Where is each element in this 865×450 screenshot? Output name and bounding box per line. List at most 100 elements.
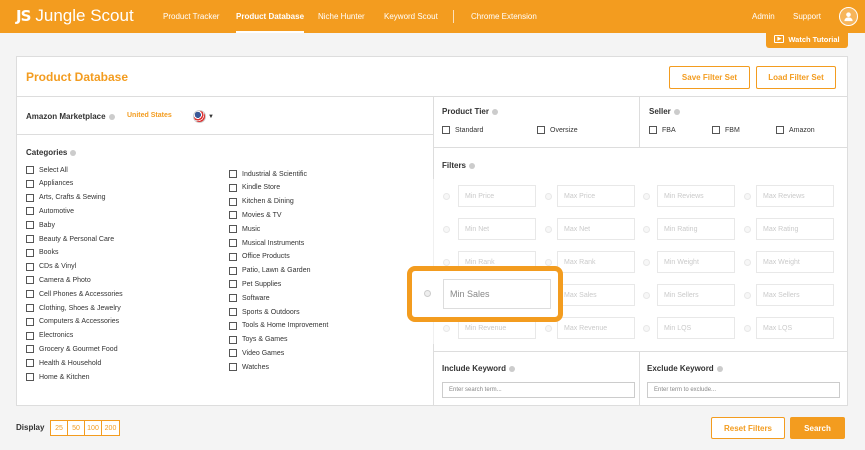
- checkbox[interactable]: [26, 248, 34, 257]
- filter-input[interactable]: Min Rating: [657, 218, 735, 240]
- checkbox[interactable]: [537, 126, 545, 134]
- filter-input[interactable]: Max Reviews: [756, 185, 834, 207]
- tier-oversize-checkbox[interactable]: Oversize: [537, 126, 578, 134]
- category-checkbox[interactable]: Grocery & Gourmet Food: [26, 345, 118, 354]
- category-checkbox[interactable]: Kitchen & Dining: [229, 197, 294, 206]
- category-checkbox[interactable]: Health & Household: [26, 359, 101, 368]
- filter-input[interactable]: Min Sellers: [657, 284, 735, 306]
- category-checkbox[interactable]: Home & Kitchen: [26, 373, 90, 381]
- load-filter-set-button[interactable]: Load Filter Set: [756, 66, 836, 89]
- checkbox[interactable]: [26, 207, 34, 216]
- category-checkbox[interactable]: Cell Phones & Accessories: [26, 290, 123, 299]
- checkbox[interactable]: [229, 225, 237, 234]
- category-checkbox[interactable]: Beauty & Personal Care: [26, 235, 114, 243]
- save-filter-set-button[interactable]: Save Filter Set: [669, 66, 750, 89]
- filter-input[interactable]: Min Reviews: [657, 185, 735, 207]
- page-size-25[interactable]: 25: [51, 421, 68, 435]
- nav-keyword-scout[interactable]: Keyword Scout: [384, 0, 438, 33]
- nav-chrome-extension[interactable]: Chrome Extension: [471, 0, 537, 33]
- nav-support[interactable]: Support: [793, 0, 821, 33]
- checkbox[interactable]: [229, 211, 237, 220]
- seller-fba-checkbox[interactable]: FBA: [649, 126, 676, 134]
- category-checkbox[interactable]: Automotive: [26, 207, 74, 216]
- checkbox[interactable]: [229, 183, 237, 192]
- info-icon[interactable]: [716, 365, 723, 372]
- filter-input[interactable]: Max Net: [557, 218, 635, 240]
- filter-input[interactable]: Min LQS: [657, 317, 735, 339]
- include-keyword-input[interactable]: Enter search term...: [442, 382, 635, 398]
- category-checkbox[interactable]: Industrial & Scientific: [229, 170, 307, 178]
- checkbox[interactable]: [26, 304, 34, 312]
- info-icon[interactable]: [491, 108, 498, 115]
- category-checkbox[interactable]: Arts, Crafts & Sewing: [26, 193, 106, 202]
- checkbox[interactable]: [26, 235, 34, 243]
- user-icon[interactable]: [839, 7, 858, 26]
- checkbox[interactable]: [229, 280, 237, 289]
- nav-admin[interactable]: Admin: [752, 0, 775, 33]
- checkbox[interactable]: [229, 266, 237, 275]
- checkbox[interactable]: [229, 252, 237, 261]
- category-checkbox[interactable]: Select All: [26, 166, 68, 174]
- filter-input[interactable]: Max Price: [557, 185, 635, 207]
- filter-input[interactable]: Max Rating: [756, 218, 834, 240]
- checkbox[interactable]: [26, 317, 34, 326]
- checkbox[interactable]: [26, 221, 34, 230]
- checkbox[interactable]: [26, 193, 34, 202]
- jungle-scout-logo[interactable]: JS Jungle Scout: [16, 6, 134, 26]
- us-flag-icon[interactable]: [193, 110, 206, 123]
- exclude-keyword-input[interactable]: Enter term to exclude...: [647, 382, 840, 398]
- category-checkbox[interactable]: Patio, Lawn & Garden: [229, 266, 311, 275]
- category-checkbox[interactable]: Office Products: [229, 252, 290, 261]
- checkbox[interactable]: [649, 126, 657, 134]
- min-sales-input[interactable]: Min Sales: [443, 279, 551, 309]
- category-checkbox[interactable]: Music: [229, 225, 260, 234]
- category-checkbox[interactable]: Electronics: [26, 331, 73, 340]
- checkbox[interactable]: [229, 294, 237, 303]
- category-checkbox[interactable]: Clothing, Shoes & Jewelry: [26, 304, 121, 312]
- checkbox[interactable]: [776, 126, 784, 134]
- checkbox[interactable]: [229, 197, 237, 206]
- category-checkbox[interactable]: Appliances: [26, 179, 73, 188]
- category-checkbox[interactable]: Tools & Home Improvement: [229, 321, 328, 330]
- checkbox[interactable]: [26, 166, 34, 174]
- checkbox[interactable]: [229, 321, 237, 330]
- seller-amazon-checkbox[interactable]: Amazon: [776, 126, 815, 134]
- info-icon[interactable]: [509, 365, 516, 372]
- category-checkbox[interactable]: Software: [229, 294, 270, 303]
- filter-input[interactable]: Min Net: [458, 218, 536, 240]
- page-size-100[interactable]: 100: [85, 421, 102, 435]
- checkbox[interactable]: [26, 262, 34, 271]
- checkbox[interactable]: [26, 290, 34, 299]
- checkbox[interactable]: [26, 359, 34, 368]
- filter-input[interactable]: Min Weight: [657, 251, 735, 273]
- filter-input[interactable]: Max Revenue: [557, 317, 635, 339]
- checkbox[interactable]: [229, 363, 237, 372]
- filter-input[interactable]: Max Rank: [557, 251, 635, 273]
- category-checkbox[interactable]: Toys & Games: [229, 335, 288, 344]
- nav-product-tracker[interactable]: Product Tracker: [163, 0, 219, 33]
- seller-fbm-checkbox[interactable]: FBM: [712, 126, 740, 134]
- checkbox[interactable]: [26, 276, 34, 285]
- category-checkbox[interactable]: Pet Supplies: [229, 280, 281, 289]
- page-size-50[interactable]: 50: [68, 421, 85, 435]
- search-button[interactable]: Search: [790, 417, 845, 439]
- info-icon[interactable]: [673, 108, 680, 115]
- chevron-down-icon[interactable]: ▼: [208, 114, 214, 120]
- checkbox[interactable]: [26, 179, 34, 188]
- checkbox[interactable]: [229, 170, 237, 178]
- checkbox[interactable]: [26, 373, 34, 381]
- category-checkbox[interactable]: Musical Instruments: [229, 239, 304, 247]
- checkbox[interactable]: [229, 335, 237, 344]
- filter-input[interactable]: Max Sellers: [756, 284, 834, 306]
- marketplace-selected-value[interactable]: United States: [127, 112, 172, 119]
- category-checkbox[interactable]: CDs & Vinyl: [26, 262, 76, 271]
- watch-tutorial-button[interactable]: ▶ Watch Tutorial: [766, 30, 848, 48]
- category-checkbox[interactable]: Baby: [26, 221, 55, 230]
- category-checkbox[interactable]: Video Games: [229, 349, 284, 358]
- checkbox[interactable]: [442, 126, 450, 134]
- reset-filters-button[interactable]: Reset Filters: [711, 417, 785, 439]
- info-icon[interactable]: [469, 162, 476, 169]
- checkbox[interactable]: [229, 308, 237, 316]
- checkbox[interactable]: [712, 126, 720, 134]
- checkbox[interactable]: [26, 331, 34, 340]
